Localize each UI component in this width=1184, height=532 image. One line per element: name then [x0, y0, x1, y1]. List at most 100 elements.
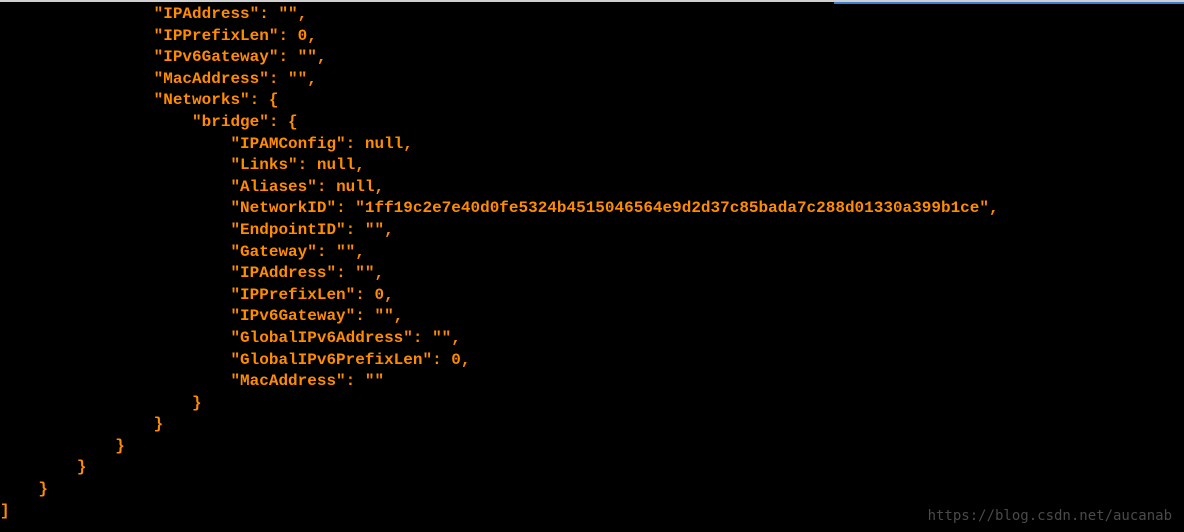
json-value: "": [298, 48, 317, 66]
json-key: "IPPrefixLen": [230, 286, 355, 304]
json-trail: ,: [989, 199, 999, 217]
terminal-line: }: [0, 414, 1184, 436]
json-key: "Gateway": [230, 243, 316, 261]
terminal-line: }: [0, 479, 1184, 501]
json-key: "Aliases": [230, 178, 316, 196]
json-trail: ,: [384, 286, 394, 304]
json-colon: :: [413, 329, 432, 347]
json-value: 0: [374, 286, 384, 304]
json-value: null: [336, 178, 374, 196]
terminal-line: "bridge": {: [0, 112, 1184, 134]
json-value: }: [38, 480, 48, 498]
json-trail: ,: [461, 351, 471, 369]
json-value: "": [365, 372, 384, 390]
json-key: "IPAddress": [230, 264, 336, 282]
json-trail: ,: [374, 264, 384, 282]
json-trail: ,: [298, 5, 308, 23]
watermark-text: https://blog.csdn.net/aucanab: [928, 507, 1172, 526]
json-colon: :: [432, 351, 451, 369]
json-trail: ,: [394, 307, 404, 325]
json-colon: :: [269, 113, 288, 131]
json-value: }: [115, 437, 125, 455]
json-value: "": [432, 329, 451, 347]
json-trail: ,: [403, 135, 413, 153]
json-colon: :: [250, 91, 269, 109]
json-colon: :: [346, 135, 365, 153]
json-trail: ,: [317, 48, 327, 66]
terminal-line: "Gateway": "",: [0, 242, 1184, 264]
json-trail: ,: [307, 27, 317, 45]
json-colon: :: [317, 178, 336, 196]
terminal-line: }: [0, 393, 1184, 415]
json-value: "": [365, 221, 384, 239]
json-colon: :: [298, 156, 317, 174]
json-trail: ,: [384, 221, 394, 239]
json-value: {: [288, 113, 298, 131]
json-key: "NetworkID": [230, 199, 336, 217]
json-trail: ,: [355, 243, 365, 261]
json-value: "": [355, 264, 374, 282]
json-colon: :: [336, 199, 355, 217]
terminal-line: "Networks": {: [0, 90, 1184, 112]
json-value: 0: [451, 351, 461, 369]
json-value: }: [77, 458, 87, 476]
json-value: "": [374, 307, 393, 325]
json-trail: ,: [451, 329, 461, 347]
json-value: "1ff19c2e7e40d0fe5324b4515046564e9d2d37c…: [355, 199, 989, 217]
terminal-line: "Aliases": null,: [0, 177, 1184, 199]
json-colon: :: [269, 70, 288, 88]
json-colon: :: [336, 264, 355, 282]
json-colon: :: [355, 307, 374, 325]
json-key: "Networks": [154, 91, 250, 109]
terminal-output: "IPAddress": "", "IPPrefixLen": 0, "IPv6…: [0, 2, 1184, 522]
json-key: "IPv6Gateway": [154, 48, 279, 66]
json-colon: :: [278, 27, 297, 45]
top-accent-bar: [834, 2, 1184, 4]
json-value: }: [192, 394, 202, 412]
json-value: {: [269, 91, 279, 109]
terminal-line: "IPv6Gateway": "",: [0, 47, 1184, 69]
json-colon: :: [317, 243, 336, 261]
json-key: "IPv6Gateway": [230, 307, 355, 325]
json-value: null: [317, 156, 355, 174]
terminal-line: "MacAddress": "": [0, 371, 1184, 393]
terminal-line: "IPv6Gateway": "",: [0, 306, 1184, 328]
terminal-line: "IPAddress": "",: [0, 4, 1184, 26]
json-key: "MacAddress": [154, 70, 269, 88]
json-colon: :: [278, 48, 297, 66]
terminal-line: }: [0, 436, 1184, 458]
terminal-line: "GlobalIPv6Address": "",: [0, 328, 1184, 350]
json-key: "GlobalIPv6Address": [230, 329, 412, 347]
terminal-line: "IPAddress": "",: [0, 263, 1184, 285]
json-key: "EndpointID": [230, 221, 345, 239]
json-key: "Links": [230, 156, 297, 174]
json-colon: :: [259, 5, 278, 23]
terminal-line: "IPAMConfig": null,: [0, 134, 1184, 156]
json-value: ]: [0, 502, 10, 520]
json-colon: :: [346, 372, 365, 390]
json-trail: ,: [307, 70, 317, 88]
json-trail: ,: [374, 178, 384, 196]
json-key: "GlobalIPv6PrefixLen": [230, 351, 432, 369]
json-value: }: [154, 415, 164, 433]
json-key: "IPAMConfig": [230, 135, 345, 153]
terminal-line: "IPPrefixLen": 0,: [0, 285, 1184, 307]
json-colon: :: [346, 221, 365, 239]
terminal-line: "NetworkID": "1ff19c2e7e40d0fe5324b45150…: [0, 198, 1184, 220]
json-key: "IPPrefixLen": [154, 27, 279, 45]
json-key: "MacAddress": [230, 372, 345, 390]
json-value: 0: [298, 27, 308, 45]
terminal-line: "MacAddress": "",: [0, 69, 1184, 91]
json-value: "": [336, 243, 355, 261]
terminal-line: "EndpointID": "",: [0, 220, 1184, 242]
terminal-line: "Links": null,: [0, 155, 1184, 177]
json-key: "bridge": [192, 113, 269, 131]
json-key: "IPAddress": [154, 5, 260, 23]
json-value: null: [365, 135, 403, 153]
json-trail: ,: [355, 156, 365, 174]
terminal-line: "GlobalIPv6PrefixLen": 0,: [0, 350, 1184, 372]
terminal-line: "IPPrefixLen": 0,: [0, 26, 1184, 48]
json-colon: :: [355, 286, 374, 304]
json-value: "": [278, 5, 297, 23]
json-value: "": [288, 70, 307, 88]
